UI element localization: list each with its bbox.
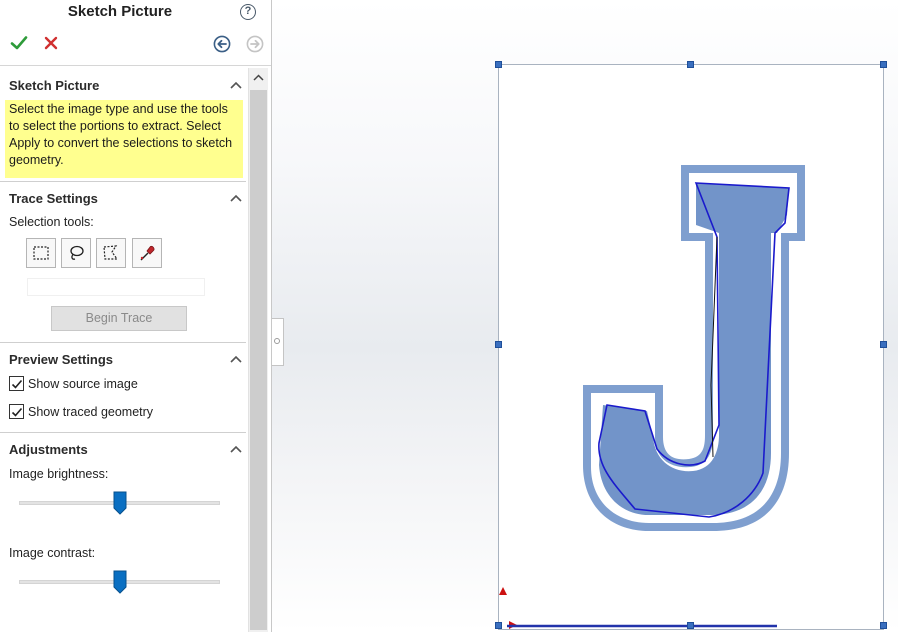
show-source-image-checkbox[interactable] bbox=[9, 376, 24, 391]
brightness-slider-thumb[interactable] bbox=[113, 491, 127, 515]
lasso-select-icon bbox=[70, 245, 84, 260]
rectangle-select-button[interactable] bbox=[26, 238, 56, 268]
selection-tools-label: Selection tools: bbox=[9, 215, 94, 229]
letter-j-picture bbox=[499, 165, 805, 629]
show-traced-geometry-label[interactable]: Show traced geometry bbox=[28, 405, 153, 419]
property-manager-panel: Sketch Picture ? Sketch Picture Select t… bbox=[0, 0, 272, 632]
chevron-up-icon[interactable] bbox=[230, 194, 242, 202]
y-axis-marker-icon bbox=[499, 587, 507, 595]
help-icon[interactable]: ? bbox=[240, 4, 256, 20]
scroll-up-arrow-icon[interactable] bbox=[249, 68, 268, 88]
rectangle-select-icon bbox=[33, 246, 49, 260]
trace-selection-field[interactable] bbox=[27, 278, 205, 296]
resize-handle-right[interactable] bbox=[880, 341, 887, 348]
color-picker-button[interactable] bbox=[132, 238, 162, 268]
resize-handle-top-right[interactable] bbox=[880, 61, 887, 68]
checkmark-icon bbox=[11, 379, 23, 389]
resize-handle-top-left[interactable] bbox=[495, 61, 502, 68]
forward-arrow-icon[interactable] bbox=[246, 35, 264, 53]
lasso-select-button[interactable] bbox=[61, 238, 91, 268]
polygon-select-button[interactable] bbox=[96, 238, 126, 268]
back-arrow-icon[interactable] bbox=[213, 35, 231, 53]
cancel-x-icon[interactable] bbox=[44, 36, 58, 50]
color-picker-icon bbox=[140, 245, 155, 261]
scrollbar-thumb[interactable] bbox=[250, 90, 267, 630]
section-title[interactable]: Adjustments bbox=[9, 442, 88, 457]
section-title[interactable]: Trace Settings bbox=[9, 191, 98, 206]
polygon-select-icon bbox=[103, 245, 119, 260]
resize-handle-bottom[interactable] bbox=[687, 622, 694, 629]
collapse-handle-icon bbox=[274, 338, 280, 344]
sketch-picture-frame[interactable] bbox=[498, 64, 884, 630]
panel-scrollbar[interactable] bbox=[248, 68, 268, 632]
trace-settings-section: Trace Settings Selection tools: Begin Tr… bbox=[0, 68, 246, 343]
ok-checkmark-icon[interactable] bbox=[10, 34, 28, 52]
contrast-slider-thumb[interactable] bbox=[113, 570, 127, 594]
panel-collapse-handle[interactable] bbox=[272, 318, 284, 366]
panel-header: Sketch Picture ? bbox=[0, 0, 271, 66]
image-brightness-label: Image brightness: bbox=[9, 467, 109, 481]
section-title[interactable]: Preview Settings bbox=[9, 352, 113, 367]
begin-trace-button[interactable]: Begin Trace bbox=[51, 306, 187, 331]
panel-title: Sketch Picture bbox=[67, 3, 173, 20]
chevron-up-icon[interactable] bbox=[230, 445, 242, 453]
panel-body: Sketch Picture Select the image type and… bbox=[0, 68, 248, 632]
resize-handle-left[interactable] bbox=[495, 341, 502, 348]
show-source-image-label[interactable]: Show source image bbox=[28, 377, 138, 391]
preview-settings-section: Preview Settings Show source image Show … bbox=[0, 343, 246, 433]
chevron-up-icon[interactable] bbox=[230, 355, 242, 363]
resize-handle-top[interactable] bbox=[687, 61, 694, 68]
resize-handle-bottom-left[interactable] bbox=[495, 622, 502, 629]
adjustments-section: Adjustments Image brightness: Image cont… bbox=[0, 433, 246, 632]
checkmark-icon bbox=[11, 407, 23, 417]
show-traced-geometry-checkbox[interactable] bbox=[9, 404, 24, 419]
image-contrast-label: Image contrast: bbox=[9, 546, 96, 560]
resize-handle-bottom-right[interactable] bbox=[880, 622, 887, 629]
